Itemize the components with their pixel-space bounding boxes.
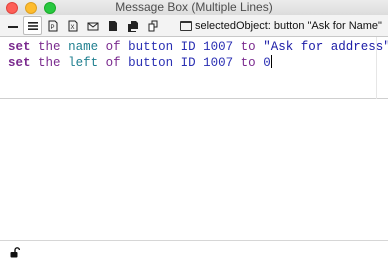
minimize-window-button[interactable] [25,2,37,14]
script-line: set the left of button ID 1007 to 0 [8,55,388,71]
selected-object-label: selectedObject: button "Ask for Name" [195,20,382,32]
results-area[interactable] [0,100,388,240]
window-title: Message Box (Multiple Lines) [115,0,273,14]
script-editor[interactable]: set the name of button ID 1007 to "Ask f… [0,37,388,99]
pending-messages-icon[interactable] [83,16,102,35]
script-line: set the name of button ID 1007 to "Ask f… [8,39,388,55]
svg-text:X: X [70,25,74,31]
front-scripts-icon[interactable] [103,16,122,35]
unlocked-padlock-icon[interactable] [10,245,21,261]
multiple-lines-icon[interactable] [23,16,42,35]
object-reference: button ID 1007 [128,56,234,70]
keyword: to [240,40,256,54]
title-bar: Message Box (Multiple Lines) [0,0,388,15]
close-window-button[interactable] [6,2,18,14]
property-name: name [68,40,99,54]
text-caret [270,55,272,68]
global-properties-icon[interactable]: P [43,16,62,35]
keyword: of [105,40,121,54]
object-reference: button ID 1007 [128,40,234,54]
back-scripts-icon[interactable] [123,16,142,35]
editor-scrollbar[interactable] [376,37,388,99]
selected-object-field[interactable]: selectedObject: button "Ask for Name" [180,16,388,36]
keyword: set [8,40,31,54]
zoom-window-button[interactable] [44,2,56,14]
window-icon [180,21,192,31]
keyword: to [240,56,256,70]
keyword: of [105,56,121,70]
single-line-icon[interactable] [3,16,22,35]
keyword: the [38,56,61,70]
property-name: left [68,56,99,70]
stacks-in-use-icon[interactable] [143,16,162,35]
keyword: set [8,56,31,70]
keyword: the [38,40,61,54]
svg-text:P: P [50,25,54,31]
status-bar [0,240,388,261]
global-variables-icon[interactable]: X [63,16,82,35]
number-literal: 0 [263,56,271,70]
string-literal: "Ask for address" [263,40,388,54]
